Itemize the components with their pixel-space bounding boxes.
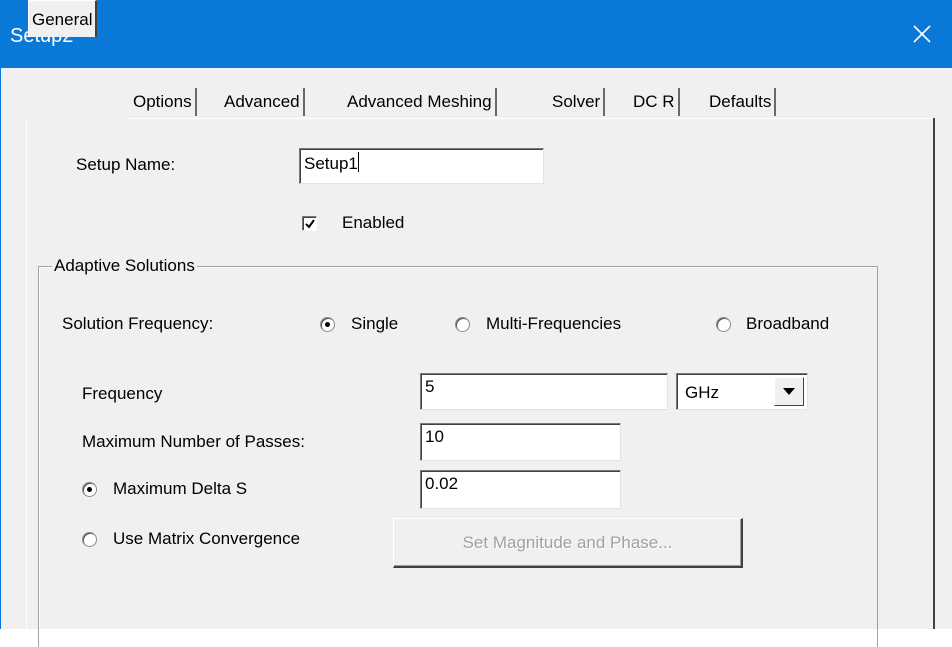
chevron-down-icon bbox=[783, 387, 795, 395]
tab-label: DC R bbox=[633, 92, 675, 111]
tab-label: General bbox=[32, 10, 93, 29]
max-delta-s-value: 0.02 bbox=[425, 474, 459, 493]
enabled-checkbox[interactable] bbox=[302, 216, 317, 231]
max-delta-s-radio[interactable] bbox=[82, 482, 97, 497]
multi-frequencies-radio[interactable] bbox=[455, 317, 470, 332]
max-passes-label: Maximum Number of Passes: bbox=[82, 432, 305, 451]
tab-options[interactable]: Options bbox=[130, 88, 197, 116]
tab-advanced[interactable]: Advanced bbox=[221, 88, 305, 116]
window-border bbox=[0, 68, 1, 629]
tab-advanced-meshing[interactable]: Advanced Meshing bbox=[344, 88, 497, 116]
frequency-input[interactable]: 5 bbox=[420, 373, 668, 410]
max-passes-input[interactable]: 10 bbox=[420, 423, 621, 461]
title-bar[interactable]: Setup2 bbox=[0, 0, 952, 68]
max-delta-s-label[interactable]: Maximum Delta S bbox=[113, 479, 247, 499]
set-magnitude-phase-button[interactable]: Set Magnitude and Phase... bbox=[393, 518, 743, 568]
tab-label: Defaults bbox=[709, 92, 772, 111]
setup-name-label: Setup Name: bbox=[76, 155, 176, 174]
broadband-radio[interactable] bbox=[716, 317, 731, 332]
multi-frequencies-label[interactable]: Multi-Frequencies bbox=[486, 314, 621, 334]
matrix-convergence-radio[interactable] bbox=[82, 532, 97, 547]
setup-name-value: Setup1 bbox=[304, 154, 358, 173]
frequency-unit-value: GHz bbox=[685, 383, 719, 402]
single-radio[interactable] bbox=[320, 317, 335, 332]
text-caret bbox=[357, 152, 359, 172]
tab-dc-r[interactable]: DC R bbox=[630, 88, 680, 116]
tab-general[interactable]: General bbox=[28, 0, 98, 37]
adaptive-solutions-legend: Adaptive Solutions bbox=[52, 256, 197, 276]
tab-panel-edge bbox=[126, 118, 934, 119]
max-passes-value: 10 bbox=[425, 427, 444, 446]
close-button[interactable] bbox=[892, 0, 952, 68]
tab-panel-edge bbox=[26, 118, 27, 629]
tab-label: Advanced Meshing bbox=[347, 92, 492, 111]
checkmark-icon bbox=[305, 219, 315, 229]
dialog-window: Setup2 General Options Advanced Advanced… bbox=[0, 0, 952, 647]
dropdown-button[interactable] bbox=[774, 377, 804, 406]
tab-panel-edge bbox=[933, 118, 935, 629]
tab-defaults[interactable]: Defaults bbox=[706, 88, 777, 116]
max-delta-s-input[interactable]: 0.02 bbox=[420, 470, 621, 509]
frequency-value: 5 bbox=[425, 377, 435, 396]
tab-label: Options bbox=[133, 92, 192, 111]
matrix-convergence-label[interactable]: Use Matrix Convergence bbox=[113, 529, 300, 549]
single-label[interactable]: Single bbox=[351, 314, 398, 334]
setup-name-input[interactable]: Setup1 bbox=[299, 148, 544, 184]
tab-solver[interactable]: Solver bbox=[549, 88, 606, 116]
frequency-label: Frequency bbox=[82, 384, 163, 403]
broadband-label[interactable]: Broadband bbox=[746, 314, 829, 334]
radio-dot bbox=[87, 487, 92, 492]
tab-label: Solver bbox=[552, 92, 601, 111]
frequency-unit-select[interactable]: GHz bbox=[676, 373, 808, 410]
radio-dot bbox=[325, 322, 330, 327]
close-icon bbox=[913, 25, 931, 43]
enabled-label[interactable]: Enabled bbox=[342, 213, 404, 233]
tab-label: Advanced bbox=[224, 92, 300, 111]
solution-frequency-label: Solution Frequency: bbox=[62, 314, 214, 333]
